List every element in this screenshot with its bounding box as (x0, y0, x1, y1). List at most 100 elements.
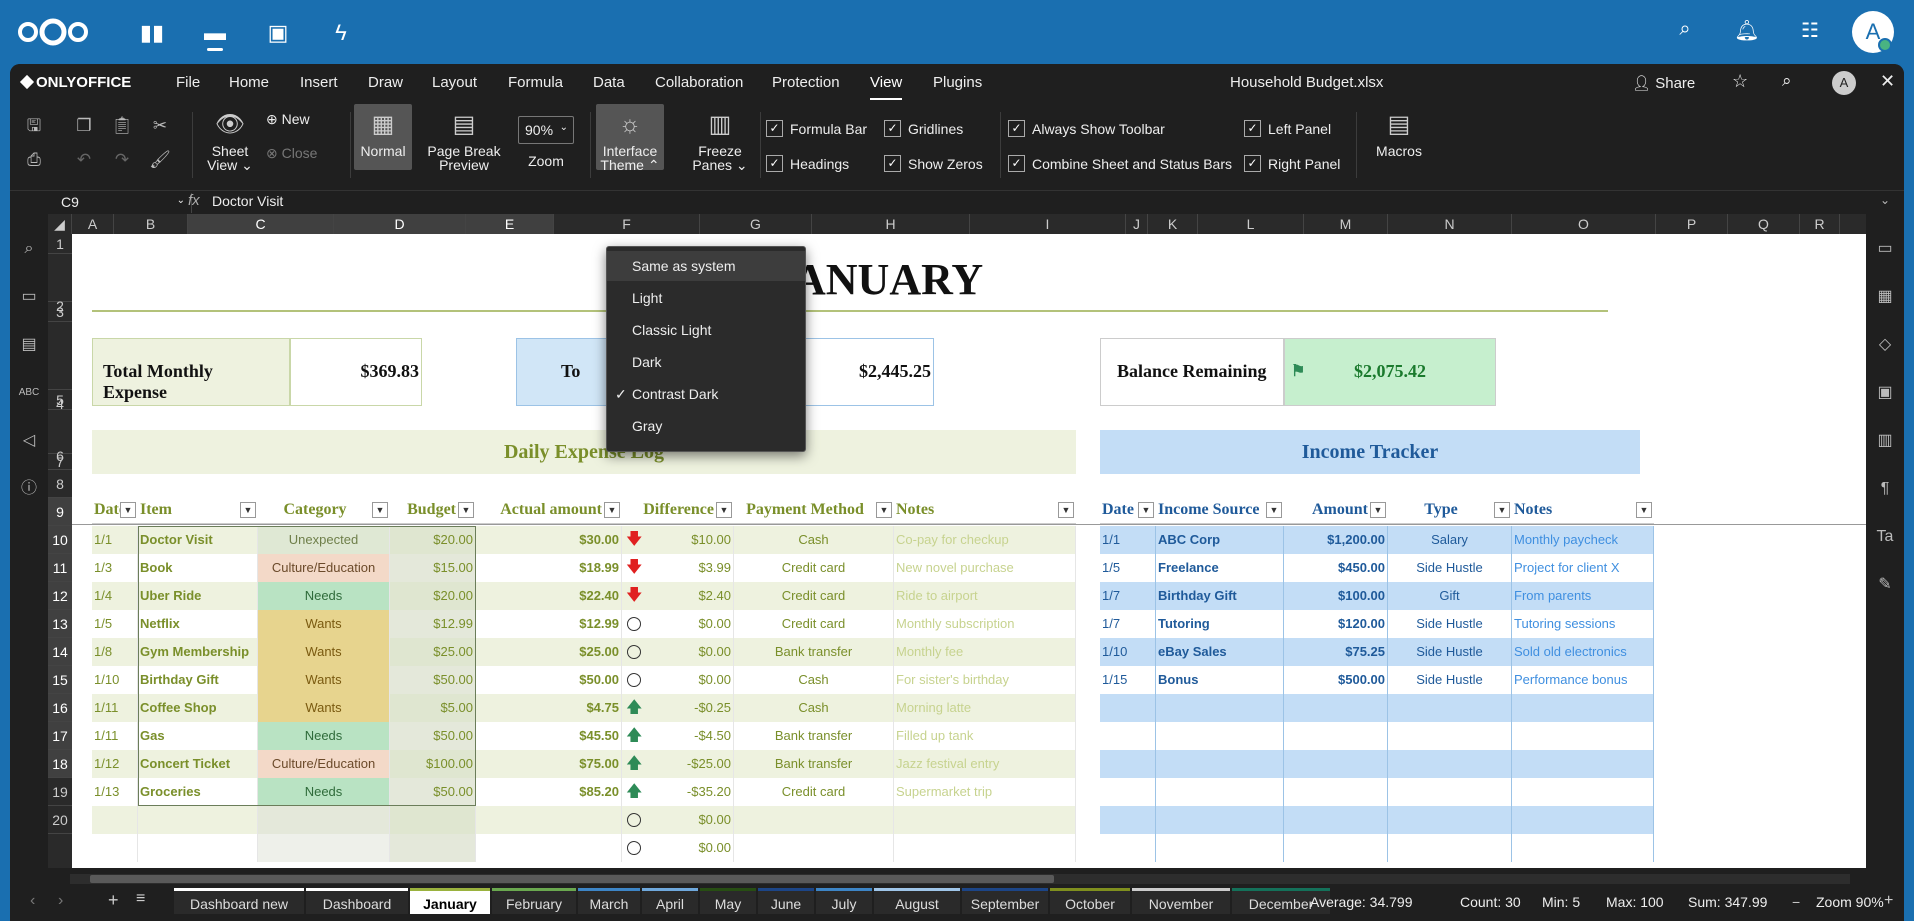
column-header-A[interactable]: A (72, 214, 114, 234)
filter-dropdown-icon[interactable]: ▼ (240, 502, 256, 518)
income-cell-amount[interactable]: $500.00 (1284, 666, 1388, 694)
spreadsheet-grid[interactable]: ◢ A B C D E F G H I J K L M N O P Q R 1 2 3 4 5 6 7 8 9 10 11 12 13 14 1… (48, 214, 1866, 868)
filter-dropdown-icon[interactable]: ▼ (1636, 502, 1652, 518)
expense-cell-method[interactable]: Cash (734, 694, 894, 722)
sheet-tab-july[interactable]: July (816, 888, 872, 914)
row-header-1[interactable]: 1 (48, 234, 72, 254)
expense-cell-date[interactable]: 1/13 (92, 778, 138, 806)
expense-cell-notes[interactable]: Filled up tank (894, 722, 1076, 750)
menu-data[interactable]: Data (593, 74, 625, 91)
sheet-tab-june[interactable]: June (758, 888, 814, 914)
income-cell-notes[interactable]: Sold old electronics (1512, 638, 1654, 666)
filter-dropdown-icon[interactable]: ▼ (876, 502, 892, 518)
print-icon[interactable]: ⎙ (22, 148, 46, 172)
format-painter-icon[interactable]: 🖌︎ (148, 148, 172, 172)
income-cell-amount[interactable]: $450.00 (1284, 554, 1388, 582)
chat-icon[interactable]: ▤ (18, 334, 40, 356)
notifications-icon[interactable]: 🔔︎ (1734, 18, 1760, 44)
info-icon[interactable]: ⓘ (18, 478, 40, 500)
income-empty-cell[interactable] (1388, 722, 1512, 750)
menu-home[interactable]: Home (229, 74, 269, 91)
income-empty-cell[interactable] (1512, 750, 1654, 778)
row-header-16[interactable]: 16 (48, 694, 72, 722)
income-cell-date[interactable]: 1/10 (1100, 638, 1156, 666)
row-header-19[interactable]: 19 (48, 778, 72, 806)
filter-dropdown-icon[interactable]: ▼ (604, 502, 620, 518)
favorite-star-icon[interactable]: ☆ (1732, 71, 1748, 92)
contacts-icon[interactable]: ☷ (1797, 18, 1823, 44)
column-header-G[interactable]: G (700, 214, 812, 234)
redo-icon[interactable]: ↷ (110, 148, 134, 172)
expense-cell-category[interactable] (258, 834, 390, 862)
macros-button[interactable]: ▤ Macros (1364, 110, 1434, 158)
expense-cell-actual[interactable]: $45.50 (476, 722, 622, 750)
filter-dropdown-icon[interactable]: ▼ (1058, 502, 1074, 518)
expense-cell-method[interactable] (734, 834, 894, 862)
cell-settings-icon[interactable]: ▭ (1874, 238, 1896, 260)
paragraph-settings-icon[interactable]: ¶ (1874, 478, 1896, 500)
income-empty-cell[interactable] (1100, 750, 1156, 778)
page-break-preview-button[interactable]: ▤ Page Break Preview (416, 110, 512, 172)
menu-draw[interactable]: Draw (368, 74, 403, 91)
spellcheck-icon[interactable]: ABC (18, 382, 40, 404)
column-header-C[interactable]: C (188, 214, 334, 234)
expense-cell-item[interactable] (138, 834, 258, 862)
income-cell-notes[interactable]: Performance bonus (1512, 666, 1654, 694)
nextcloud-logo[interactable] (16, 17, 90, 47)
column-header-H[interactable]: H (812, 214, 970, 234)
income-cell-notes[interactable]: From parents (1512, 582, 1654, 610)
close-sheet-view-button[interactable]: ⊗ Close (266, 146, 317, 160)
expense-cell-notes[interactable]: Ride to airport (894, 582, 1076, 610)
income-cell-notes[interactable]: Tutoring sessions (1512, 610, 1654, 638)
show-zeros-checkbox[interactable]: Show Zeros (884, 155, 983, 173)
expense-cell-actual[interactable]: $50.00 (476, 666, 622, 694)
column-header-B[interactable]: B (114, 214, 188, 234)
income-empty-cell[interactable] (1388, 806, 1512, 834)
freeze-panes-button[interactable]: ▥ Freeze Panes ⌄ (686, 110, 754, 172)
gridlines-checkbox[interactable]: Gridlines (884, 120, 963, 138)
zoom-out-icon[interactable]: − (1792, 894, 1800, 910)
normal-view-button[interactable]: ▦ Normal (354, 104, 412, 170)
income-cell-source[interactable]: Birthday Gift (1156, 582, 1284, 610)
table-settings-icon[interactable]: ▦ (1874, 286, 1896, 308)
sheet-tab-may[interactable]: May (700, 888, 756, 914)
zoom-in-icon[interactable]: + (1884, 892, 1893, 910)
photos-icon[interactable]: ▣ (265, 20, 291, 46)
income-cell-date[interactable]: 1/1 (1100, 526, 1156, 554)
income-cell-type[interactable]: Side Hustle (1388, 638, 1512, 666)
formula-input[interactable]: Doctor Visit (212, 193, 283, 209)
income-empty-cell[interactable] (1100, 694, 1156, 722)
expense-cell-actual[interactable] (476, 806, 622, 834)
close-editor-icon[interactable]: ✕ (1880, 71, 1895, 92)
expense-cell-date[interactable]: 1/11 (92, 694, 138, 722)
row-header-18[interactable]: 18 (48, 750, 72, 778)
expense-cell-notes[interactable]: New novel purchase (894, 554, 1076, 582)
income-cell-amount[interactable]: $120.00 (1284, 610, 1388, 638)
menu-file[interactable]: File (176, 74, 200, 91)
income-cell-date[interactable]: 1/7 (1100, 610, 1156, 638)
save-icon[interactable]: 🖫︎ (22, 114, 46, 138)
prev-sheet-icon[interactable]: ‹ (30, 892, 35, 910)
expense-cell-actual[interactable] (476, 834, 622, 862)
shape-settings-icon[interactable]: ◇ (1874, 334, 1896, 356)
expense-cell-method[interactable]: Bank transfer (734, 750, 894, 778)
income-empty-cell[interactable] (1388, 694, 1512, 722)
column-header-F[interactable]: F (554, 214, 700, 234)
signature-icon[interactable]: ✎ (1874, 574, 1896, 596)
row-header-15[interactable]: 15 (48, 666, 72, 694)
income-empty-cell[interactable] (1512, 722, 1654, 750)
row-header-7[interactable]: 7 (48, 454, 72, 470)
income-cell-amount[interactable]: $1,200.00 (1284, 526, 1388, 554)
income-empty-cell[interactable] (1388, 778, 1512, 806)
expense-cell-date[interactable] (92, 834, 138, 862)
feedback-icon[interactable]: ◁ (18, 430, 40, 452)
expense-cell-method[interactable]: Cash (734, 666, 894, 694)
select-all-corner[interactable]: ◢ (48, 214, 72, 234)
expense-cell-date[interactable]: 1/11 (92, 722, 138, 750)
editor-user-avatar[interactable]: A (1832, 71, 1856, 95)
income-empty-cell[interactable] (1156, 806, 1284, 834)
column-header-O[interactable]: O (1512, 214, 1656, 234)
sheet-tab-august[interactable]: August (874, 888, 960, 914)
sheet-tab-october[interactable]: October (1050, 888, 1130, 914)
expense-cell-date[interactable]: 1/10 (92, 666, 138, 694)
